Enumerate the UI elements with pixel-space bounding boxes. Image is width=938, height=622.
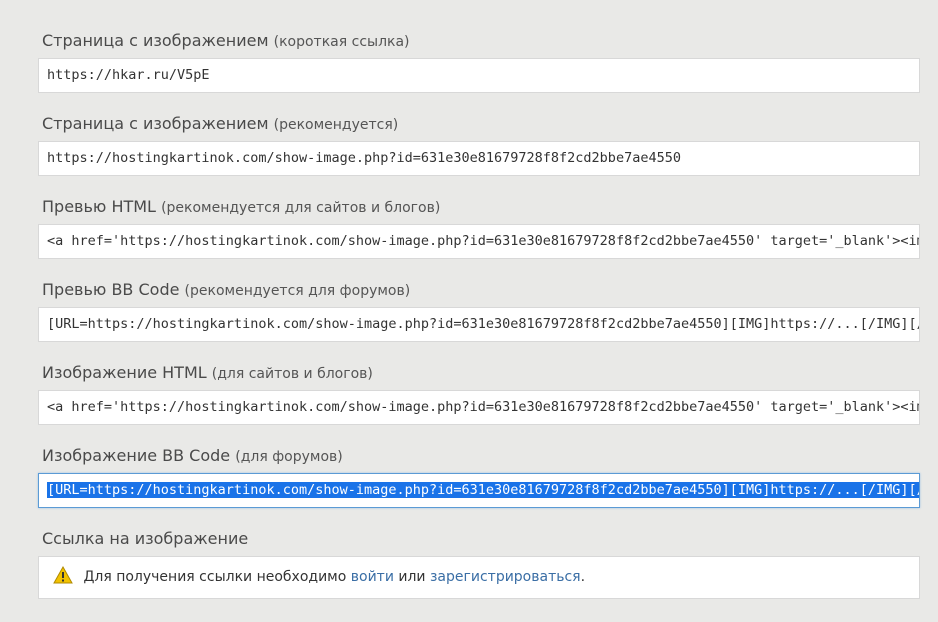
group-label: Изображение BB Code (для форумов) xyxy=(42,446,343,465)
login-required-notice: Для получения ссылки необходимо войти ил… xyxy=(38,556,920,599)
warning-icon xyxy=(53,566,73,584)
register-link[interactable]: зарегистрироваться xyxy=(430,569,581,585)
group-label: Ссылка на изображение xyxy=(42,529,249,548)
group-label: Превью HTML (рекомендуется для сайтов и … xyxy=(42,197,441,216)
group-preview-bbcode: Превью BB Code (рекомендуется для форумо… xyxy=(38,249,920,342)
group-image-bbcode: Изображение BB Code (для форумов) [URL=h… xyxy=(38,415,920,508)
group-label: Изображение HTML (для сайтов и блогов) xyxy=(42,363,373,382)
login-link[interactable]: войти xyxy=(351,569,394,585)
group-label: Страница с изображением (рекомендуется) xyxy=(42,114,399,133)
group-short-link: Страница с изображением (короткая ссылка… xyxy=(38,0,920,93)
group-image-link: Ссылка на изображение Для получения ссыл… xyxy=(38,498,920,599)
group-label: Страница с изображением (короткая ссылка… xyxy=(42,31,410,50)
group-preview-html: Превью HTML (рекомендуется для сайтов и … xyxy=(38,166,920,259)
share-links-panel: Страница с изображением (короткая ссылка… xyxy=(38,0,920,599)
group-label: Превью BB Code (рекомендуется для форумо… xyxy=(42,280,411,299)
group-image-html: Изображение HTML (для сайтов и блогов) <… xyxy=(38,332,920,425)
group-page-link: Страница с изображением (рекомендуется) … xyxy=(38,83,920,176)
